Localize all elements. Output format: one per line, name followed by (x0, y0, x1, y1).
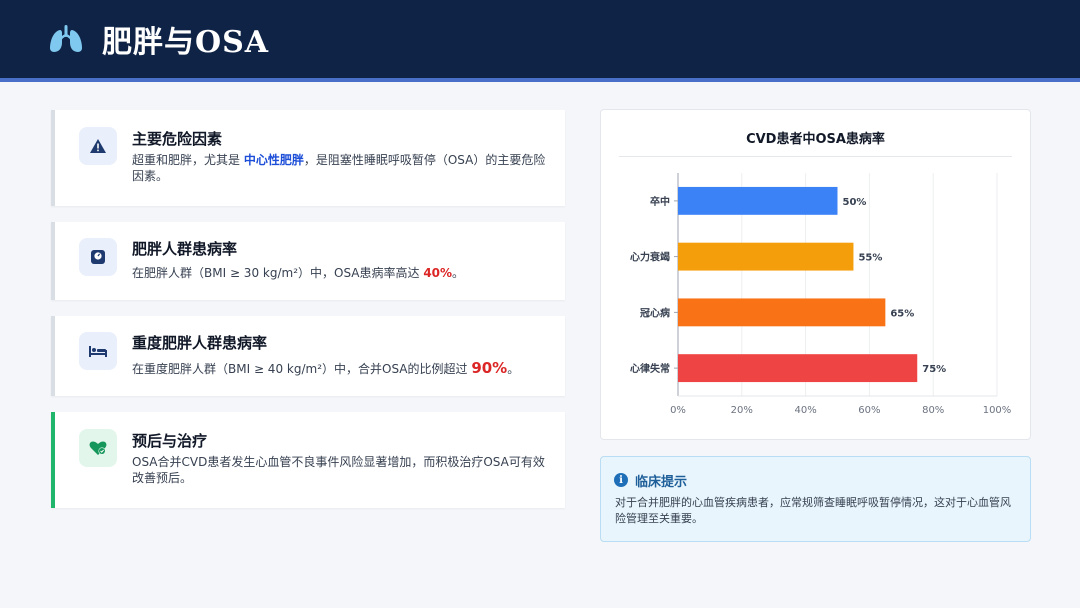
card-text: 。 (452, 266, 465, 280)
x-tick-label: 60% (858, 405, 880, 416)
card-title: 肥胖人群患病率 (132, 240, 238, 258)
x-tick-label: 20% (731, 405, 753, 416)
bar-4 (678, 354, 918, 383)
x-tick-label: 40% (794, 405, 816, 416)
prognosis-card: 预后与治疗 OSA合并CVD患者发生心血管不良事件风险显著增加，而积极治疗OSA… (51, 412, 565, 508)
value-label: 65% (890, 308, 914, 319)
bar-1 (678, 186, 838, 215)
card-text: 在重度肥胖人群（BMI ≥ 40 kg/m²）中，合并OSA的比例超过 (132, 362, 472, 376)
bar-chart: 0% 20% 40% 60% 80% 100% 卒中 50% 心力衰竭 55% 冠心病 65% 心律失常… (630, 173, 1012, 416)
warning-icon (79, 127, 117, 165)
severe-obesity-card: 重度肥胖人群患病率 在重度肥胖人群（BMI ≥ 40 kg/m²）中，合并OSA… (51, 316, 565, 396)
heart-check-icon (79, 429, 117, 467)
card-body: OSA合并CVD患者发生心血管不良事件风险显著增加，而积极治疗OSA可有效改善预… (132, 455, 545, 485)
category-label: 冠心病 (640, 306, 670, 319)
info-icon: i (614, 473, 628, 487)
bar-3 (678, 298, 886, 327)
card-text: 。 (507, 362, 520, 376)
value-label: 55% (858, 253, 882, 264)
lungs-icon (50, 25, 82, 52)
scale-icon (79, 238, 117, 276)
clinical-tip-box: i 临床提示 对于合并肥胖的心血管疾病患者，应常规筛查睡眠呼吸暂停情况，这对于心… (600, 456, 1031, 542)
highlight-40-percent: 40% (423, 266, 453, 280)
card-body: 在重度肥胖人群（BMI ≥ 40 kg/m²）中，合并OSA的比例超过 90%。 (132, 360, 551, 377)
tip-body: 对于合并肥胖的心血管疾病患者，应常规筛查睡眠呼吸暂停情况，这对于心血管风险管理至… (615, 496, 1011, 525)
card-title: 主要危险因素 (132, 130, 223, 148)
card-title: 预后与治疗 (132, 432, 208, 450)
header-bar: 肥胖与OSA (0, 0, 1080, 82)
category-label: 心力衰竭 (630, 251, 670, 264)
obesity-prevalence-card: 肥胖人群患病率 在肥胖人群（BMI ≥ 30 kg/m²）中，OSA患病率高达 … (51, 222, 565, 300)
bar-2 (678, 242, 854, 271)
x-tick-label: 0% (670, 405, 686, 416)
bed-icon (79, 332, 117, 370)
tip-title: 临床提示 (635, 475, 688, 490)
value-label: 50% (843, 197, 867, 208)
highlight-central-obesity: 中心性肥胖 (243, 153, 304, 167)
category-label: 心律失常 (630, 362, 670, 375)
highlight-90-percent: 90% (471, 359, 508, 377)
card-body: 在肥胖人群（BMI ≥ 30 kg/m²）中，OSA患病率高达 40%。 (132, 265, 551, 281)
card-text: 超重和肥胖，尤其是 (132, 153, 244, 167)
chart-panel: CVD患者中OSA患病率 0% 20% 40% 60% 80% 100% 卒中 50% 心力衰竭… (600, 109, 1031, 440)
risk-factor-card: 主要危险因素 超重和肥胖，尤其是 中心性肥胖，是阻塞性睡眠呼吸暂停（OSA）的主… (51, 110, 565, 206)
page-title: 肥胖与OSA (102, 25, 270, 60)
x-tick-label: 80% (922, 405, 944, 416)
card-text: 在肥胖人群（BMI ≥ 30 kg/m²）中，OSA患病率高达 (132, 266, 424, 280)
value-label: 75% (922, 364, 946, 375)
x-tick-label: 100% (983, 405, 1012, 416)
category-label: 卒中 (650, 195, 670, 208)
card-title: 重度肥胖人群患病率 (132, 334, 268, 352)
card-body: 超重和肥胖，尤其是 中心性肥胖，是阻塞性睡眠呼吸暂停（OSA）的主要危险因素。 (132, 152, 551, 184)
